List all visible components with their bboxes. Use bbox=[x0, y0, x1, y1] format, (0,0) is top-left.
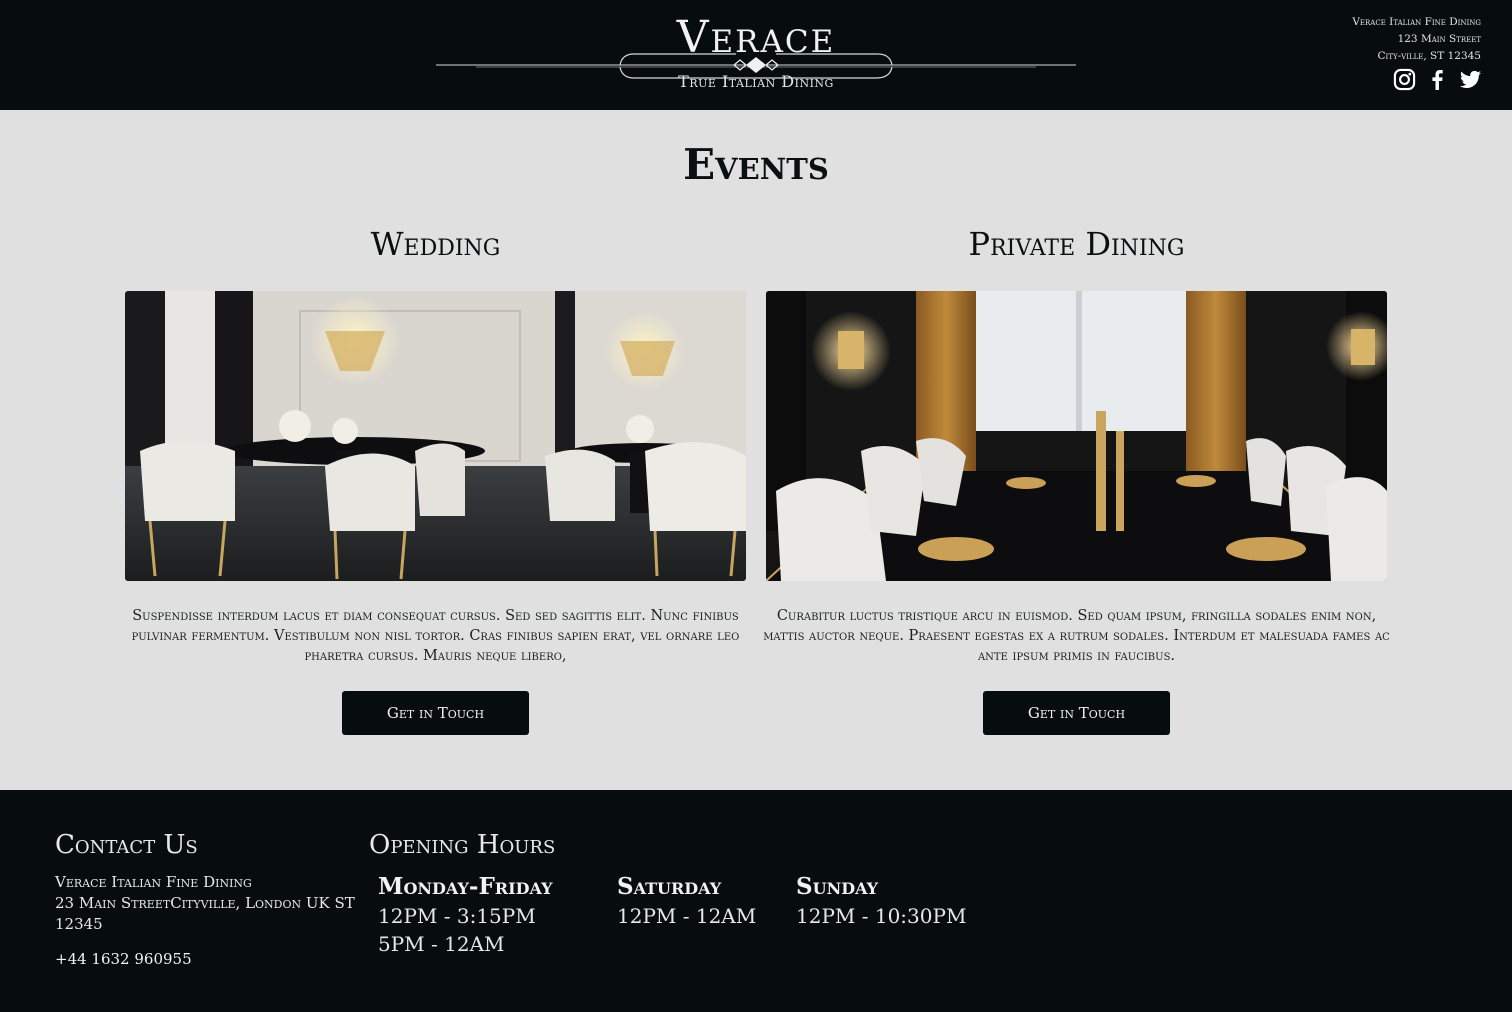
get-in-touch-button[interactable]: Get in Touch bbox=[342, 691, 529, 735]
address-line: 123 Main Street bbox=[1397, 33, 1481, 45]
event-card-description: Curabitur luctus tristique arcu in euism… bbox=[763, 608, 1390, 664]
hours-time: 5PM - 12AM bbox=[378, 932, 505, 956]
hours-time: 12PM - 12AM bbox=[617, 904, 757, 928]
hours-day-label: Monday-Friday bbox=[378, 873, 553, 900]
address-line: Verace Italian Fine Dining bbox=[1352, 16, 1481, 28]
logo[interactable]: Verace True Italian Dining bbox=[436, 6, 1076, 96]
wedding-dining-room-image bbox=[125, 291, 746, 581]
header-address: Verace Italian Fine Dining 123 Main Stre… bbox=[1352, 14, 1481, 65]
private-dining-room-image bbox=[766, 291, 1387, 581]
contact-phone[interactable]: +44 1632 960955 bbox=[55, 949, 355, 969]
hours-time: 12PM - 3:15PM bbox=[378, 904, 536, 928]
hours-day-label: Saturday bbox=[617, 873, 722, 900]
logo-subtitle: True Italian Dining bbox=[678, 72, 834, 91]
address-line: City-ville, ST 12345 bbox=[1377, 50, 1481, 62]
hours-saturday: Saturday 12PM - 12AM bbox=[617, 872, 756, 930]
site-header: Verace True Italian Dining Verace Italia… bbox=[0, 0, 1512, 110]
hours-time: 12PM - 10:30PM bbox=[796, 904, 967, 928]
contact-line: 23 Main StreetCityville, London UK ST 12… bbox=[55, 894, 355, 933]
event-card-title: Private Dining bbox=[968, 225, 1185, 263]
hours-monday-friday: Monday-Friday 12PM - 3:15PM 5PM - 12AM bbox=[378, 872, 553, 958]
event-card-private-dining: Private Dining Curabitur luctus tristiqu… bbox=[763, 224, 1390, 735]
opening-hours-title: Opening Hours bbox=[369, 830, 556, 860]
site-footer: Contact Us Verace Italian Fine Dining 23… bbox=[0, 790, 1512, 1012]
contact-line: Verace Italian Fine Dining bbox=[55, 873, 252, 891]
opening-hours-section: Opening Hours Monday-Friday 12PM - 3:15P… bbox=[369, 828, 1069, 956]
contact-section: Contact Us Verace Italian Fine Dining 23… bbox=[55, 828, 355, 969]
facebook-icon[interactable] bbox=[1426, 68, 1449, 91]
event-card-title: Wedding bbox=[370, 225, 501, 263]
instagram-icon[interactable] bbox=[1393, 68, 1416, 91]
social-links bbox=[1393, 68, 1482, 91]
event-card-wedding: Wedding Suspendisse interdum lacus et di… bbox=[125, 224, 746, 735]
hours-sunday: Sunday 12PM - 10:30PM bbox=[796, 872, 966, 930]
event-card-description: Suspendisse interdum lacus et diam conse… bbox=[131, 608, 740, 664]
get-in-touch-button[interactable]: Get in Touch bbox=[983, 691, 1170, 735]
contact-title: Contact Us bbox=[55, 830, 198, 860]
twitter-icon[interactable] bbox=[1459, 68, 1482, 91]
page-title: Events bbox=[683, 140, 829, 189]
hours-day-label: Sunday bbox=[796, 873, 879, 900]
